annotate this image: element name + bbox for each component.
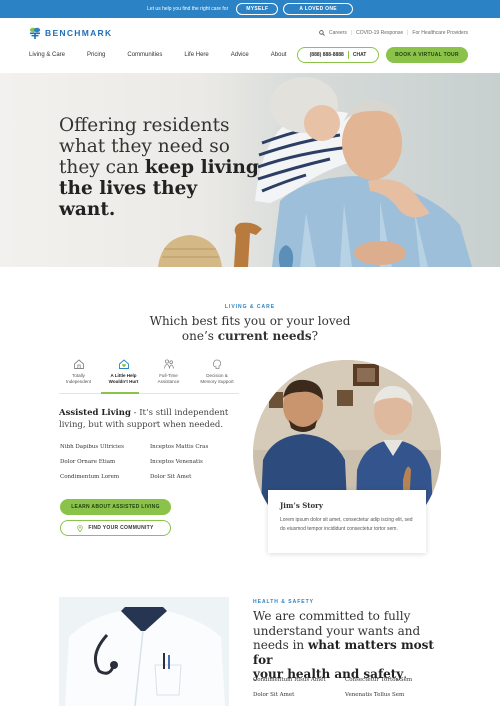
care-tabs: Totally Independent A Little Help Wouldn’t… xyxy=(59,358,246,384)
banner-text: Let us help you find the right care for xyxy=(147,6,229,12)
active-tab-indicator xyxy=(101,392,139,394)
hero-title: Offering residents what they need so the… xyxy=(59,115,259,220)
utility-link-careers[interactable]: Careers xyxy=(329,30,347,36)
health-feature-item: Condimentum Risus Amet xyxy=(253,677,326,683)
logo[interactable]: BENCHMARK xyxy=(29,27,112,39)
nav-item-communities[interactable]: Communities xyxy=(127,52,162,58)
care-title-line-2-bold: current needs xyxy=(217,328,312,343)
health-title: We are committed to fully understand you… xyxy=(253,609,443,682)
hero-title-line-2: what they need so xyxy=(59,136,230,157)
health-eyebrow: HEALTH & SAFETY xyxy=(253,599,315,605)
top-banner: Let us help you find the right care for … xyxy=(0,0,500,18)
logo-text: BENCHMARK xyxy=(45,28,113,38)
tab-label-line-2: Assistance xyxy=(157,378,180,384)
logo-mark-icon xyxy=(29,27,41,39)
tab-label: A Little Help Wouldn’t Hurt xyxy=(109,373,139,384)
tabs-divider xyxy=(59,393,239,394)
hero-title-line-1: Offering residents xyxy=(59,115,230,136)
search-icon[interactable] xyxy=(319,30,325,36)
book-tour-button[interactable]: BOOK A VIRTUAL TOUR xyxy=(386,47,468,63)
feature-item: Dolor Ornare Etiam xyxy=(60,459,116,465)
tab-little-help[interactable]: A Little Help Wouldn’t Hurt xyxy=(104,358,143,384)
tab-label: Totally Independent xyxy=(66,373,91,384)
tab-totally-independent[interactable]: Totally Independent xyxy=(59,358,98,384)
doctor-photo xyxy=(59,597,229,706)
tab-label-line-1: Full-Time xyxy=(159,373,178,378)
feature-item: Condimentum Lorem xyxy=(60,474,120,480)
story-body: Lorem ipsum dolor sit amet, consectetur … xyxy=(280,517,413,532)
feature-item: Inceptos Venenatis xyxy=(150,459,203,465)
health-title-line-2: understand your wants and xyxy=(253,623,421,638)
house-heart-icon xyxy=(118,359,129,369)
myself-button[interactable]: MYSELF xyxy=(236,3,279,15)
tab-label-line-2: Wouldn’t Hurt xyxy=(108,378,139,384)
brain-icon xyxy=(212,359,222,369)
feature-item: Nibh Dapibus Ultricies xyxy=(60,444,124,450)
hero-title-line-4: the lives they want. xyxy=(59,178,259,220)
utility-nav: Careers | COVID-19 Response | For Health… xyxy=(319,30,468,36)
phone-link[interactable]: (888) 888-8888 xyxy=(310,52,344,58)
find-community-button[interactable]: FIND YOUR COMMUNITY xyxy=(60,520,171,536)
nav-item-pricing[interactable]: Pricing xyxy=(87,52,105,58)
nav-item-living-care[interactable]: Living & Care xyxy=(29,52,65,58)
tab-label-line-2: Memory Support xyxy=(200,378,234,384)
tab-label-line-1: A Little Help xyxy=(110,373,137,378)
health-feature-item: Consectetur Tortor Sem xyxy=(345,677,413,683)
story-title: Jim’s Story xyxy=(280,501,323,510)
care-title-line-2: one’s current needs? xyxy=(0,329,500,344)
health-title-line-1: We are committed to fully xyxy=(253,609,411,623)
care-eyebrow: LIVING & CARE xyxy=(224,304,276,310)
health-feature-item: Venenatis Tellus Sem xyxy=(345,692,405,698)
feature-item: Dolor Sit Amet xyxy=(150,474,192,480)
people-icon xyxy=(163,359,174,369)
main-nav: Living & Care Pricing Communities Life H… xyxy=(29,52,308,58)
utility-divider: | xyxy=(350,30,353,36)
utility-link-providers[interactable]: For Healthcare Providers xyxy=(412,30,468,36)
health-title-line-3-plain: needs in xyxy=(253,638,308,652)
tab-label: Full-Time Assistance xyxy=(158,373,180,384)
house-icon xyxy=(73,359,84,369)
hero: Offering residents what they need so the… xyxy=(0,73,500,267)
assisted-living-description: Assisted Living - It’s still independent… xyxy=(59,407,249,431)
hero-title-line-3: they can keep living xyxy=(59,157,259,178)
care-title-line-2-plain: one’s xyxy=(181,328,218,343)
loved-one-button[interactable]: A LOVED ONE xyxy=(283,3,353,15)
hero-title-line-4-bold: the lives they want. xyxy=(59,178,198,220)
pill-divider xyxy=(347,51,349,59)
health-feature-item: Dolor Sit Amet xyxy=(253,692,295,698)
find-community-label: FIND YOUR COMMUNITY xyxy=(88,525,154,531)
story-card[interactable]: Jim’s Story Lorem ipsum dolor sit amet, … xyxy=(268,490,426,553)
tab-label-line-2: Independent xyxy=(65,378,92,384)
hero-title-line-3-plain: they can xyxy=(59,157,145,178)
care-title-line-2-end: ? xyxy=(311,328,319,343)
tab-memory-support[interactable]: Decision & Memory Support xyxy=(194,358,240,384)
tab-label: Decision & Memory Support xyxy=(200,373,233,384)
learn-assisted-living-button[interactable]: LEARN ABOUT ASSISTED LIVING xyxy=(60,499,171,515)
nav-item-advice[interactable]: Advice xyxy=(231,52,249,58)
map-pin-icon xyxy=(77,524,84,532)
utility-divider: | xyxy=(407,30,409,36)
feature-item: Inceptos Mattis Cras xyxy=(150,444,209,450)
care-title: Which best fits you or your loved one’s … xyxy=(0,314,500,343)
chat-link[interactable]: CHAT xyxy=(353,52,367,58)
hero-title-line-3-bold: keep living xyxy=(144,157,259,178)
health-title-line-3: needs in what matters most for xyxy=(253,638,443,667)
phone-chat-pill: (888) 888-8888 CHAT xyxy=(297,47,379,63)
tab-full-time-assistance[interactable]: Full-Time Assistance xyxy=(149,358,188,384)
doctor-coat-image xyxy=(59,597,229,706)
nav-item-about[interactable]: About xyxy=(271,52,287,58)
utility-link-covid[interactable]: COVID-19 Response xyxy=(356,30,403,36)
nav-item-life-here[interactable]: Life Here xyxy=(184,52,208,58)
care-title-line-1: Which best fits you or your loved xyxy=(149,314,351,328)
description-bold: Assisted Living xyxy=(59,408,131,418)
